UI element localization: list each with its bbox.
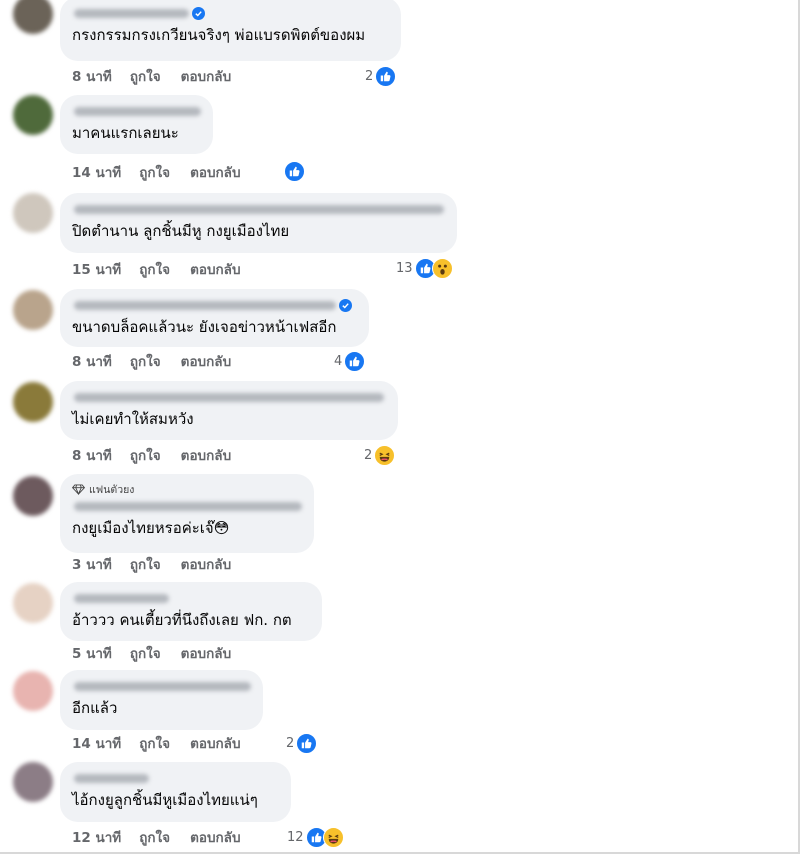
commenter-name[interactable]	[72, 678, 251, 694]
reply-button[interactable]: ตอบกลับ	[190, 732, 240, 754]
avatar[interactable]	[13, 762, 53, 802]
reply-button[interactable]: ตอบกลับ	[181, 65, 231, 87]
avatar[interactable]	[13, 476, 53, 516]
haha-icon	[374, 444, 396, 466]
comment-time[interactable]: 3 นาที	[72, 553, 112, 575]
comment-actions: 14 นาที ถูกใจ ตอบกลับ	[72, 734, 261, 752]
reaction-summary[interactable]: 13	[396, 257, 453, 279]
like-icon	[296, 732, 318, 754]
comment-bubble: กรงกรรมกรงเกวียนจริงๆ พ่อแบรดพิตต์ของผม	[60, 0, 401, 61]
reaction-count: 2	[364, 447, 373, 463]
comment-text: มาคนแรกเลยนะ	[72, 124, 179, 142]
like-icon	[284, 160, 305, 182]
comment-actions: 8 นาที ถูกใจ ตอบกลับ	[72, 352, 251, 370]
comment-actions: 8 นาที ถูกใจ ตอบกลับ	[72, 446, 251, 464]
comment-bubble: ขนาดบล็อคแล้วนะ ยังเจอข่าวหน้าเฟสอีก	[60, 289, 369, 347]
reaction-count: 2	[286, 735, 295, 751]
reply-button[interactable]: ตอบกลับ	[190, 826, 240, 848]
comment-bubble: ไม่เคยทำให้สมหวัง	[60, 381, 398, 440]
reply-button[interactable]: ตอบกลับ	[181, 642, 231, 664]
avatar[interactable]	[13, 382, 53, 422]
comment-time[interactable]: 5 นาที	[72, 642, 112, 664]
comment-time[interactable]: 8 นาที	[72, 444, 112, 466]
comment-bubble: ปิดตำนาน ลูกชิ้นมีหู กงยูเมืองไทย	[60, 193, 457, 253]
comment-text: ไม่เคยทำให้สมหวัง	[72, 410, 194, 428]
verified-badge-icon	[192, 6, 205, 20]
comment-bubble: อีกแล้ว	[60, 670, 263, 730]
reaction-count: 2	[365, 68, 374, 84]
avatar[interactable]	[13, 95, 53, 135]
top-fan-label: แฟนตัวยง	[89, 483, 135, 496]
reaction-summary[interactable]: 2	[286, 732, 318, 754]
comment-time[interactable]: 8 นาที	[72, 65, 112, 87]
comment-text: อีกแล้ว	[72, 699, 118, 717]
like-icon	[344, 350, 366, 372]
like-button[interactable]: ถูกใจ	[139, 732, 170, 754]
comment-text: กงยูเมืองไทยหรอค่ะเจ๊😳	[72, 519, 230, 537]
comment-time[interactable]: 14 นาที	[72, 161, 121, 183]
comment-text: กรงกรรมกรงเกวียนจริงๆ พ่อแบรดพิตต์ของผม	[72, 26, 366, 44]
comment-actions: 14 นาที ถูกใจ ตอบกลับ	[72, 163, 261, 181]
reaction-summary[interactable]: 4	[334, 350, 366, 372]
avatar[interactable]	[13, 671, 53, 711]
verified-badge-icon	[339, 298, 352, 312]
commenter-name[interactable]	[72, 201, 445, 217]
like-button[interactable]: ถูกใจ	[139, 826, 170, 848]
comment-text: อ้าววว คนเตี้ยวที่นึงถึงเลย ฟก. กต	[72, 611, 292, 629]
diamond-icon	[72, 483, 85, 495]
like-icon	[375, 65, 397, 87]
commenter-name[interactable]	[72, 590, 310, 606]
reaction-count: 12	[287, 829, 304, 845]
comment-text: ปิดตำนาน ลูกชิ้นมีหู กงยูเมืองไทย	[72, 222, 290, 240]
reply-button[interactable]: ตอบกลับ	[181, 350, 231, 372]
comment-bubble: ไอ้กงยูลูกชิ้นมีหูเมืองไทยแน่ๆ	[60, 762, 291, 822]
commenter-name[interactable]	[72, 498, 302, 514]
haha-icon	[322, 826, 344, 848]
wow-icon	[431, 257, 453, 279]
reaction-count: 13	[396, 260, 413, 276]
commenter-name[interactable]	[72, 5, 389, 21]
comment-time[interactable]: 14 นาที	[72, 732, 121, 754]
like-button[interactable]: ถูกใจ	[130, 350, 161, 372]
reply-button[interactable]: ตอบกลับ	[190, 161, 240, 183]
comment-bubble: อ้าววว คนเตี้ยวที่นึงถึงเลย ฟก. กต	[60, 582, 322, 641]
comment-actions: 5 นาที ถูกใจ ตอบกลับ	[72, 644, 251, 662]
top-fan-badge: แฟนตัวยง	[72, 482, 302, 496]
like-button[interactable]: ถูกใจ	[139, 161, 170, 183]
avatar[interactable]	[13, 0, 53, 34]
comment-actions: 12 นาที ถูกใจ ตอบกลับ	[72, 828, 261, 846]
comment-time[interactable]: 12 นาที	[72, 826, 121, 848]
reaction-summary[interactable]	[284, 160, 305, 182]
avatar[interactable]	[13, 583, 53, 623]
like-button[interactable]: ถูกใจ	[130, 444, 161, 466]
reply-button[interactable]: ตอบกลับ	[181, 553, 231, 575]
comment-text: ไอ้กงยูลูกชิ้นมีหูเมืองไทยแน่ๆ	[72, 791, 258, 809]
like-button[interactable]: ถูกใจ	[130, 553, 161, 575]
avatar[interactable]	[13, 290, 53, 330]
comment-time[interactable]: 8 นาที	[72, 350, 112, 372]
comment-bubble: แฟนตัวยง กงยูเมืองไทยหรอค่ะเจ๊😳	[60, 474, 314, 553]
reaction-summary[interactable]: 2	[364, 444, 396, 466]
commenter-name[interactable]	[72, 770, 279, 786]
reaction-summary[interactable]: 2	[365, 65, 397, 87]
commenter-name[interactable]	[72, 389, 386, 405]
comment-time[interactable]: 15 นาที	[72, 258, 121, 280]
reaction-count: 4	[334, 353, 343, 369]
commenter-name[interactable]	[72, 297, 357, 313]
like-button[interactable]: ถูกใจ	[130, 65, 161, 87]
like-button[interactable]: ถูกใจ	[139, 258, 170, 280]
reply-button[interactable]: ตอบกลับ	[181, 444, 231, 466]
like-button[interactable]: ถูกใจ	[130, 642, 161, 664]
commenter-name[interactable]	[72, 103, 201, 119]
avatar[interactable]	[13, 193, 53, 233]
comment-actions: 15 นาที ถูกใจ ตอบกลับ	[72, 260, 261, 278]
comment-text: ขนาดบล็อคแล้วนะ ยังเจอข่าวหน้าเฟสอีก	[72, 318, 337, 336]
comment-bubble: มาคนแรกเลยนะ	[60, 95, 213, 154]
comment-actions: 8 นาที ถูกใจ ตอบกลับ	[72, 67, 251, 85]
reply-button[interactable]: ตอบกลับ	[190, 258, 240, 280]
reaction-summary[interactable]: 12	[287, 826, 344, 848]
comment-actions: 3 นาที ถูกใจ ตอบกลับ	[72, 555, 251, 573]
